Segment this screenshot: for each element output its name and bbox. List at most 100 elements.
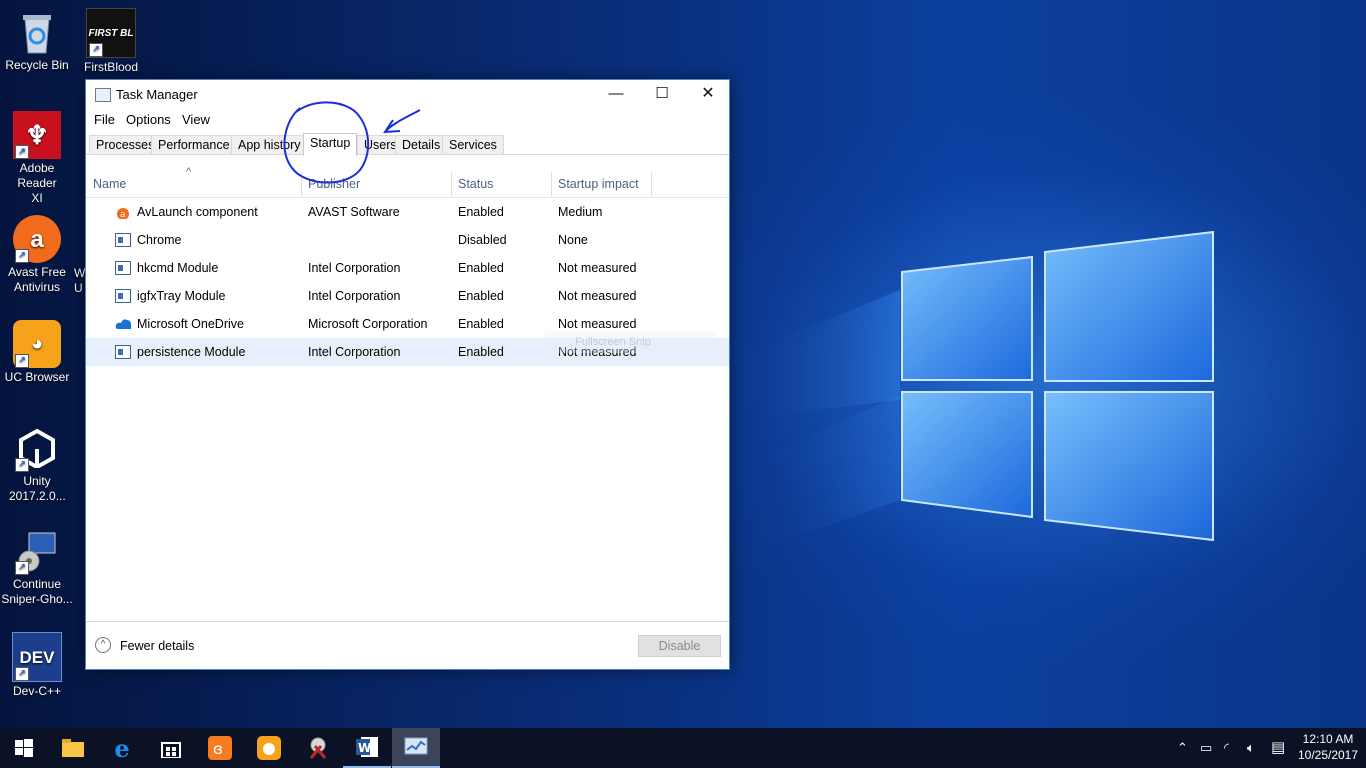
- desktop-icon-recycle-bin[interactable]: Recycle Bin: [0, 8, 74, 73]
- maximize-button[interactable]: ☐: [639, 80, 685, 110]
- faded-snip-overlay: Fullscreen Snip: [545, 331, 717, 353]
- cell-publisher: Intel Corporation: [308, 261, 401, 275]
- tab-startup[interactable]: Startup: [303, 133, 357, 156]
- footer-divider: [86, 621, 729, 622]
- cell-status: Enabled: [458, 289, 504, 303]
- notifications-icon[interactable]: ▤: [1271, 738, 1285, 756]
- cell-publisher: Microsoft Corporation: [308, 317, 428, 331]
- chevron-up-icon[interactable]: ^: [95, 637, 111, 653]
- wifi-icon[interactable]: ◜: [1224, 740, 1229, 756]
- shortcut-arrow-icon: ↗: [15, 145, 29, 159]
- fewer-details-button[interactable]: Fewer details: [120, 639, 194, 653]
- column-separator[interactable]: [551, 172, 552, 196]
- taskbar-uc-browser[interactable]: [245, 728, 293, 768]
- table-row[interactable]: Chrome Disabled None: [86, 226, 729, 254]
- file-explorer-icon: [62, 739, 84, 757]
- column-headers: ^ Name Publisher Status Startup impact: [86, 166, 729, 198]
- desktop-icon-continue-sniper-ghost[interactable]: ↗ Continue Sniper-Gho...: [0, 527, 74, 607]
- cell-impact: Medium: [558, 205, 603, 219]
- cell-name: Microsoft OneDrive: [137, 317, 244, 331]
- desktop-icon-label: Adobe Reader XI: [17, 161, 57, 205]
- taskbar-task-manager[interactable]: [392, 728, 440, 768]
- column-header-status[interactable]: Status: [458, 177, 493, 191]
- table-row[interactable]: a AvLaunch component AVAST Software Enab…: [86, 198, 729, 226]
- sniper-ghost-setup-icon: ↗: [13, 527, 61, 575]
- task-manager-icon: [95, 88, 111, 102]
- cell-publisher: AVAST Software: [308, 205, 400, 219]
- uc-browser-icon: [257, 736, 281, 760]
- snipping-tool-icon: [309, 737, 327, 759]
- tab-services[interactable]: Services: [442, 135, 504, 155]
- cell-status: Enabled: [458, 261, 504, 275]
- desktop-icon-firstblood[interactable]: FIRST BL ↗ FirstBlood: [74, 8, 148, 75]
- desktop-icon-devcpp[interactable]: DEV ↗ Dev-C++: [0, 632, 74, 699]
- generic-app-icon: [115, 261, 131, 275]
- menu-view[interactable]: View: [182, 112, 210, 127]
- taskbar-edge[interactable]: e: [98, 728, 146, 768]
- desktop-icon-label: Unity 2017.2.0...: [9, 474, 66, 503]
- column-header-publisher[interactable]: Publisher: [308, 177, 360, 191]
- cell-status: Disabled: [458, 233, 507, 247]
- avast-orange-icon: a: [117, 208, 129, 219]
- table-row[interactable]: igfxTray Module Intel Corporation Enable…: [86, 282, 729, 310]
- cell-status: Enabled: [458, 345, 504, 359]
- cell-impact: Not measured: [558, 261, 637, 275]
- adobe-reader-icon: ♆ ↗: [13, 111, 61, 159]
- desktop-icon-adobe-reader[interactable]: ♆ ↗ Adobe Reader XI: [0, 111, 74, 206]
- onedrive-cloud-icon: [115, 319, 131, 329]
- chevron-up-icon[interactable]: ⌃: [1177, 740, 1188, 756]
- taskbar: e ɞ W ⌃ ▭ ◜ 🔈︎ 12:10 AM 10/25/2017 ▤: [0, 728, 1366, 768]
- word-icon: W: [356, 737, 378, 757]
- title-bar[interactable]: Task Manager — ☐ ✕: [86, 80, 729, 110]
- desktop-icon-label: Continue Sniper-Gho...: [1, 577, 73, 606]
- close-button[interactable]: ✕: [685, 80, 731, 110]
- desktop-icon-uc-browser[interactable]: ◕ ↗ UC Browser: [0, 320, 74, 385]
- taskbar-store[interactable]: [147, 728, 195, 768]
- sort-ascending-icon: ^: [186, 166, 192, 178]
- task-manager-icon: [404, 737, 428, 755]
- desktop-icon-unity[interactable]: ↗ Unity 2017.2.0...: [0, 424, 74, 504]
- tab-details[interactable]: Details: [395, 135, 448, 155]
- desktop-icon-avast[interactable]: a ↗ Avast Free Antivirus: [0, 215, 74, 295]
- volume-icon[interactable]: 🔈︎: [1247, 740, 1255, 756]
- battery-icon[interactable]: ▭: [1200, 740, 1212, 756]
- xampp-icon: ɞ: [208, 736, 232, 760]
- cell-status: Enabled: [458, 205, 504, 219]
- taskbar-word[interactable]: W: [343, 728, 391, 768]
- taskbar-snipping-tool[interactable]: [294, 728, 342, 768]
- devcpp-icon: DEV ↗: [12, 632, 62, 682]
- column-header-startup-impact[interactable]: Startup impact: [558, 177, 639, 191]
- recycle-bin-icon: [13, 8, 61, 56]
- tab-app-history[interactable]: App history: [231, 135, 308, 155]
- cell-name: persistence Module: [137, 345, 246, 359]
- desktop-icon-label: Recycle Bin: [5, 58, 69, 72]
- clock[interactable]: 12:10 AM 10/25/2017: [1290, 731, 1366, 763]
- menu-file[interactable]: File: [94, 112, 115, 127]
- cell-name: Chrome: [137, 233, 182, 247]
- window-title: Task Manager: [116, 87, 198, 102]
- cell-impact: Not measured: [558, 317, 637, 331]
- tab-divider: [86, 154, 729, 155]
- menu-options[interactable]: Options: [126, 112, 171, 127]
- start-button[interactable]: [0, 728, 48, 768]
- taskbar-xampp[interactable]: ɞ: [196, 728, 244, 768]
- svg-text:ɞ: ɞ: [213, 740, 223, 758]
- column-separator[interactable]: [451, 172, 452, 196]
- tab-performance[interactable]: Performance: [151, 135, 237, 155]
- shortcut-arrow-icon: ↗: [15, 458, 29, 472]
- column-header-name[interactable]: Name: [93, 177, 126, 191]
- column-separator[interactable]: [301, 172, 302, 196]
- menu-bar: File Options View: [86, 110, 729, 130]
- column-separator[interactable]: [651, 172, 652, 196]
- disable-button[interactable]: Disable: [638, 635, 721, 657]
- table-row[interactable]: hkcmd Module Intel Corporation Enabled N…: [86, 254, 729, 282]
- clock-time: 12:10 AM: [1302, 732, 1354, 746]
- minimize-button[interactable]: —: [593, 80, 639, 110]
- cell-status: Enabled: [458, 317, 504, 331]
- cell-name: AvLaunch component: [137, 205, 258, 219]
- taskbar-file-explorer[interactable]: [49, 728, 97, 768]
- shortcut-arrow-icon: ↗: [89, 43, 103, 57]
- generic-app-icon: [115, 233, 131, 247]
- shortcut-arrow-icon: ↗: [15, 354, 29, 368]
- start-windows-icon: [15, 739, 33, 757]
